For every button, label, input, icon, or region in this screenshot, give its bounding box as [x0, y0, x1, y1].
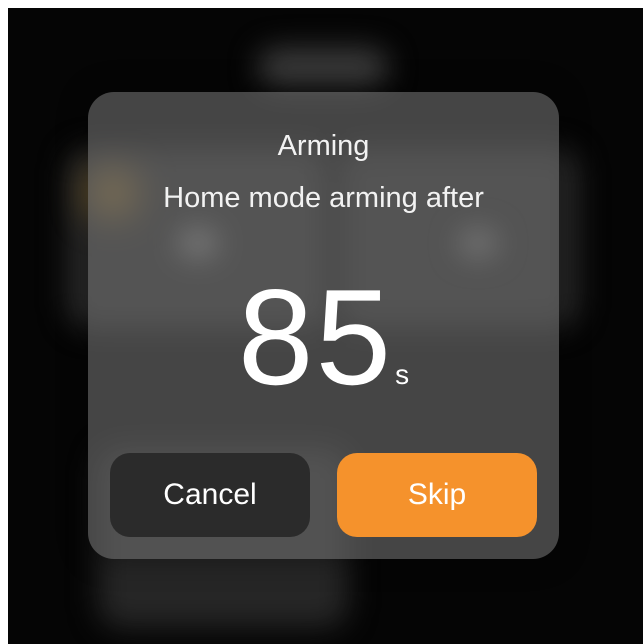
- countdown-unit: s: [395, 359, 410, 390]
- background-app-blur: [258, 48, 388, 88]
- cancel-button[interactable]: Cancel: [110, 453, 310, 537]
- dialog-title: Arming: [277, 130, 370, 162]
- countdown-timer: 85s: [88, 269, 559, 412]
- skip-button[interactable]: Skip: [337, 453, 537, 537]
- arming-dialog: Arming Home mode arming after 85s Cancel…: [88, 92, 559, 559]
- countdown-value: 85: [237, 261, 394, 413]
- dialog-subtitle: Home mode arming after: [163, 182, 484, 214]
